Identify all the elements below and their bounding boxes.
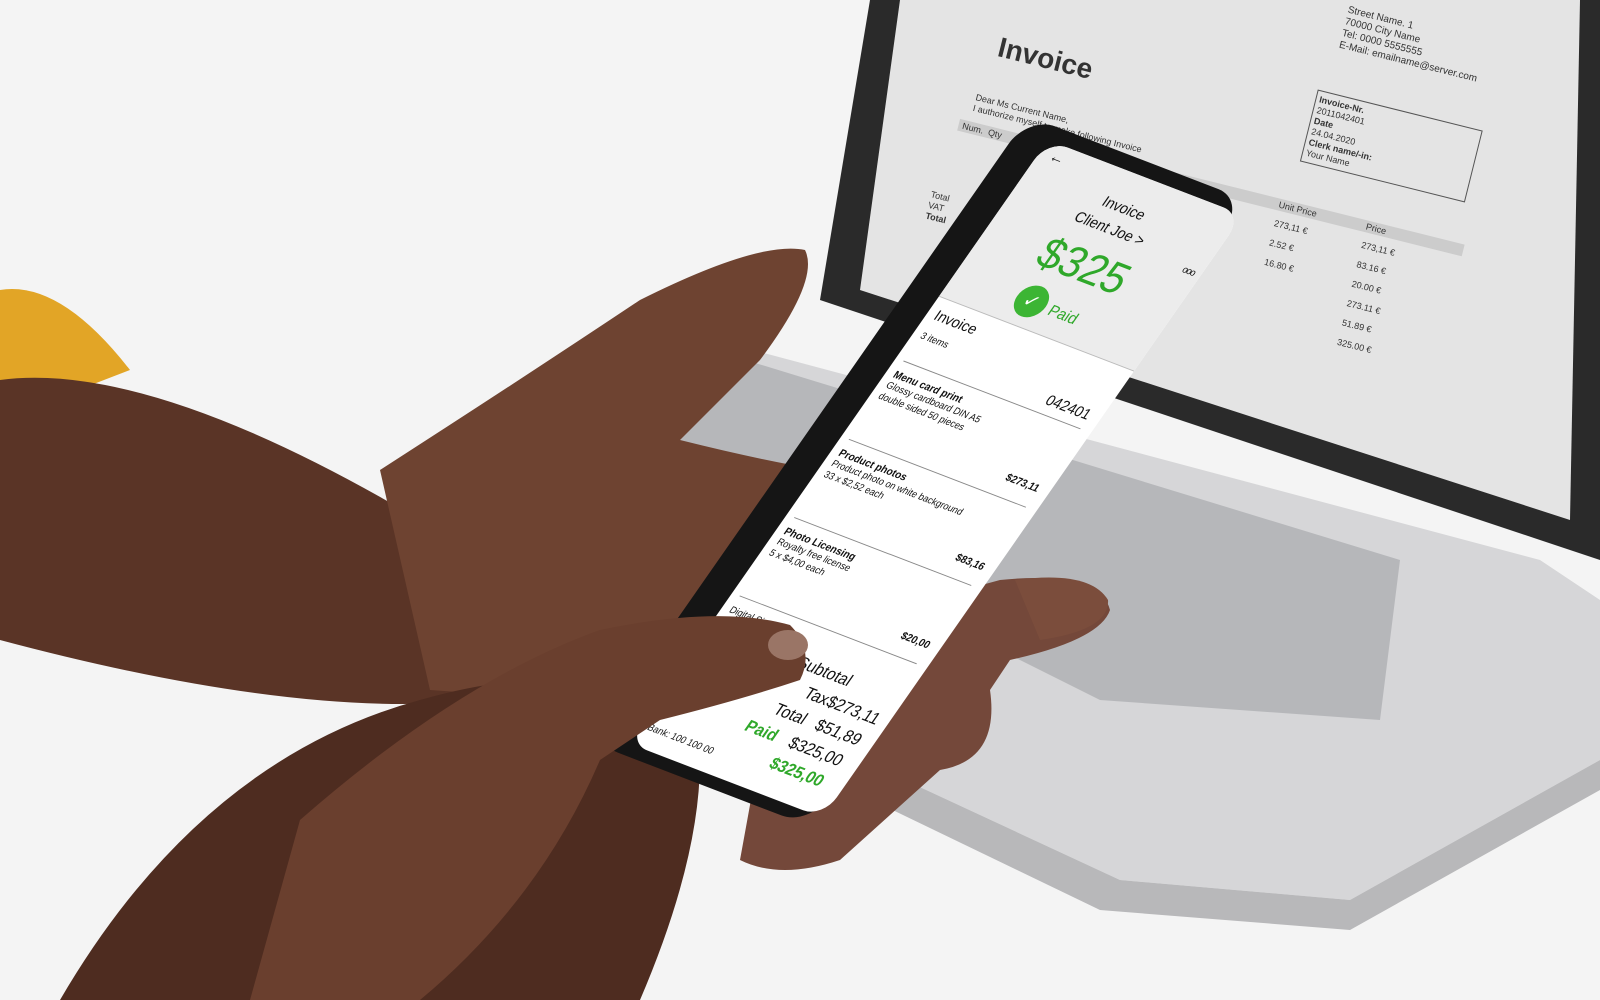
item-price: $20,00: [898, 629, 934, 651]
line-item[interactable]: Product photos Product photo on white ba…: [821, 447, 1021, 573]
col-qty: Qty: [987, 127, 1004, 141]
subtotal-label: Subtotal: [792, 653, 857, 691]
item-desc: Glossy cardboard DIN A5: [883, 380, 984, 426]
item-price: $83,16: [952, 551, 988, 573]
paid-label: Paid: [740, 717, 783, 746]
line-item[interactable]: Menu card print Glossy cardboard DIN A5 …: [875, 368, 1075, 494]
section-title: Invoice: [930, 307, 982, 338]
doc-unit-prices: 273,11 € 2.52 € 16.80 €: [1262, 213, 1310, 280]
line-item[interactable]: Photo Licensing Royalty free license 5 x…: [766, 525, 966, 651]
col-price: Price: [1364, 221, 1388, 237]
doc-prices: 273,11 € 83.16 € 20.00 € 273.11 € 51.89 …: [1335, 235, 1398, 360]
doc-title: Invoice: [994, 31, 1097, 85]
item-count: 3 items: [917, 330, 952, 351]
item-desc: Royalty free license: [774, 536, 853, 574]
bank-info: Bank: 100 100 00: [644, 722, 717, 757]
item-price: $273,11: [1002, 471, 1043, 495]
item-desc: Product photo on white background: [828, 458, 966, 518]
total-label: Total: [769, 700, 811, 729]
back-arrow-icon[interactable]: ←: [1045, 147, 1069, 169]
invoice-number: 042401: [1041, 391, 1095, 424]
paid-status: Paid: [1044, 301, 1083, 328]
